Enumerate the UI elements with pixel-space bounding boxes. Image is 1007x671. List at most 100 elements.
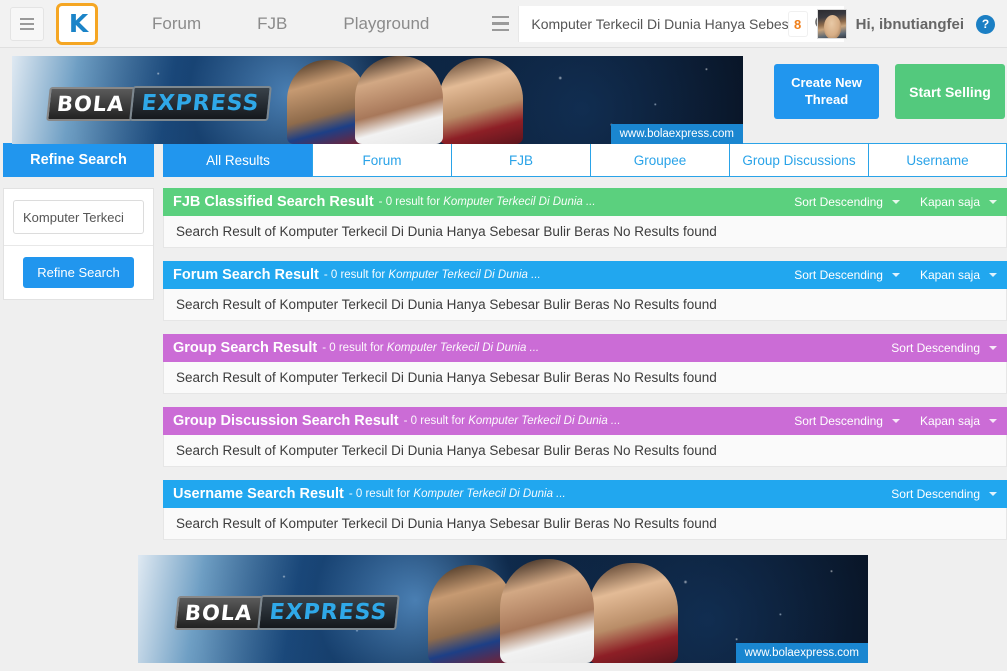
search-input[interactable] bbox=[519, 5, 803, 42]
hamburger-bar bbox=[492, 15, 510, 19]
top-banner-ad[interactable]: BOLA EXPRESS www.bolaexpress.com bbox=[12, 56, 743, 144]
navbar-right: 8 Hi, ibnutiangfei ? bbox=[788, 0, 1001, 48]
chevron-down-icon bbox=[989, 346, 997, 350]
panel-body: Search Result of Komputer Terkecil Di Du… bbox=[163, 508, 1007, 540]
chevron-down-icon bbox=[891, 419, 900, 423]
bottom-banner-ad[interactable]: BOLA EXPRESS www.bolaexpress.com bbox=[138, 555, 868, 663]
panel-header: Group Discussion Search Result - 0 resul… bbox=[163, 407, 1007, 435]
time-filter-dropdown[interactable]: Kapan saja bbox=[920, 195, 997, 209]
search-category-icon[interactable] bbox=[483, 5, 520, 42]
panel-header: Group Search Result - 0 result for Kompu… bbox=[163, 334, 1007, 362]
panel-body: Search Result of Komputer Terkecil Di Du… bbox=[163, 362, 1007, 394]
panel-forum: Forum Search Result - 0 result for Kompu… bbox=[163, 261, 1007, 321]
express-text: EXPRESS bbox=[128, 86, 273, 121]
refine-button-row: Refine Search bbox=[4, 246, 153, 299]
player-figure bbox=[588, 563, 678, 663]
tab-fjb[interactable]: FJB bbox=[451, 143, 590, 177]
bola-text: BOLA bbox=[46, 86, 136, 121]
hamburger-bar bbox=[20, 17, 34, 20]
panel-subtitle: - 0 result for Komputer Terkecil Di Duni… bbox=[348, 488, 566, 500]
player-figure bbox=[355, 56, 443, 144]
player-figure bbox=[500, 559, 594, 663]
hamburger-icon[interactable] bbox=[10, 6, 44, 41]
bolaexpress-logo: BOLA EXPRESS bbox=[174, 595, 401, 630]
panel-body: Search Result of Komputer Terkecil Di Du… bbox=[163, 289, 1007, 321]
hamburger-bar bbox=[20, 27, 34, 30]
banner-players-image bbox=[287, 56, 527, 144]
panel-subtitle: - 0 result for Komputer Terkecil Di Duni… bbox=[323, 269, 541, 281]
panel-header: Username Search Result - 0 result for Ko… bbox=[163, 480, 1007, 508]
hamburger-bar bbox=[492, 22, 510, 25]
sort-label: Sort Descending bbox=[891, 487, 980, 501]
panel-title: Group Discussion Search Result bbox=[173, 413, 399, 429]
panel-fjb-classified: FJB Classified Search Result - 0 result … bbox=[163, 188, 1007, 248]
primary-nav: Forum FJB Playground bbox=[124, 14, 457, 34]
question-circle-icon[interactable]: ? bbox=[976, 14, 995, 34]
create-new-thread-button[interactable]: Create New Thread bbox=[774, 64, 879, 119]
tab-username[interactable]: Username bbox=[868, 143, 1007, 177]
refine-search-button[interactable]: Refine Search bbox=[23, 257, 134, 288]
logo-letter: K bbox=[68, 9, 88, 38]
panel-title: Username Search Result bbox=[173, 486, 344, 502]
panel-title: Forum Search Result bbox=[173, 267, 319, 283]
banner-players-image bbox=[428, 555, 678, 663]
start-selling-button[interactable]: Start Selling bbox=[895, 64, 1005, 119]
time-filter-dropdown[interactable]: Kapan saja bbox=[920, 414, 997, 428]
chevron-down-icon bbox=[989, 200, 997, 204]
panel-header: FJB Classified Search Result - 0 result … bbox=[163, 188, 1007, 216]
site-logo[interactable]: K bbox=[56, 2, 98, 45]
refine-search-card: Refine Search bbox=[3, 188, 154, 300]
sort-descending-dropdown[interactable]: Sort Descending bbox=[891, 487, 997, 501]
tab-bar: Refine Search All Results Forum FJB Grou… bbox=[0, 143, 1007, 177]
sort-label: Sort Descending bbox=[794, 268, 883, 282]
nav-link-forum[interactable]: Forum bbox=[124, 14, 229, 34]
user-greeting[interactable]: Hi, ibnutiangfei bbox=[856, 16, 964, 33]
chevron-down-icon bbox=[989, 419, 997, 423]
tab-all-results[interactable]: All Results bbox=[163, 143, 312, 177]
hamburger-bar bbox=[492, 28, 510, 32]
top-navbar: K Forum FJB Playground 8 Hi, ibnutiangfe… bbox=[0, 0, 1007, 48]
panel-subtitle: - 0 result for Komputer Terkecil Di Duni… bbox=[378, 196, 596, 208]
chevron-down-icon bbox=[989, 273, 997, 277]
banner-url-label: www.bolaexpress.com bbox=[735, 643, 868, 663]
sort-label: Sort Descending bbox=[891, 341, 980, 355]
panel-subtitle: - 0 result for Komputer Terkecil Di Duni… bbox=[403, 415, 621, 427]
header-actions: Create New Thread Start Selling bbox=[774, 64, 1005, 119]
sort-descending-dropdown[interactable]: Sort Descending bbox=[794, 268, 900, 282]
tab-group-discussions[interactable]: Group Discussions bbox=[729, 143, 868, 177]
time-filter-dropdown[interactable]: Kapan saja bbox=[920, 268, 997, 282]
refine-search-input[interactable] bbox=[13, 200, 144, 234]
main-content: Refine Search FJB Classified Search Resu… bbox=[0, 188, 1007, 553]
chevron-down-icon bbox=[989, 492, 997, 496]
tab-forum[interactable]: Forum bbox=[312, 143, 451, 177]
sort-descending-dropdown[interactable]: Sort Descending bbox=[891, 341, 997, 355]
time-label: Kapan saja bbox=[919, 268, 980, 282]
sort-descending-dropdown[interactable]: Sort Descending bbox=[794, 195, 900, 209]
bola-text: BOLA bbox=[174, 595, 264, 630]
panel-body: Search Result of Komputer Terkecil Di Du… bbox=[163, 216, 1007, 248]
notification-badge[interactable]: 8 bbox=[788, 12, 807, 36]
panel-body: Search Result of Komputer Terkecil Di Du… bbox=[163, 435, 1007, 467]
panel-username: Username Search Result - 0 result for Ko… bbox=[163, 480, 1007, 540]
time-label: Kapan saja bbox=[919, 195, 980, 209]
sort-label: Sort Descending bbox=[794, 414, 883, 428]
panel-title: Group Search Result bbox=[173, 340, 318, 356]
express-text: EXPRESS bbox=[256, 595, 401, 630]
time-label: Kapan saja bbox=[919, 414, 980, 428]
panel-header: Forum Search Result - 0 result for Kompu… bbox=[163, 261, 1007, 289]
results-column: FJB Classified Search Result - 0 result … bbox=[163, 188, 1007, 553]
bottom-banner-wrap: BOLA EXPRESS www.bolaexpress.com bbox=[0, 555, 1007, 663]
tab-groupee[interactable]: Groupee bbox=[590, 143, 729, 177]
sort-descending-dropdown[interactable]: Sort Descending bbox=[794, 414, 900, 428]
panel-group: Group Search Result - 0 result for Kompu… bbox=[163, 334, 1007, 394]
nav-link-playground[interactable]: Playground bbox=[315, 14, 457, 34]
panel-group-discussion: Group Discussion Search Result - 0 resul… bbox=[163, 407, 1007, 467]
panel-subtitle: - 0 result for Komputer Terkecil Di Duni… bbox=[322, 342, 540, 354]
search-field-wrapper bbox=[519, 5, 803, 42]
player-figure bbox=[439, 58, 523, 144]
hamburger-bar bbox=[20, 22, 34, 25]
avatar[interactable] bbox=[816, 9, 847, 39]
sort-label: Sort Descending bbox=[794, 195, 883, 209]
nav-link-fjb[interactable]: FJB bbox=[229, 14, 315, 34]
refine-search-header[interactable]: Refine Search bbox=[3, 143, 154, 177]
